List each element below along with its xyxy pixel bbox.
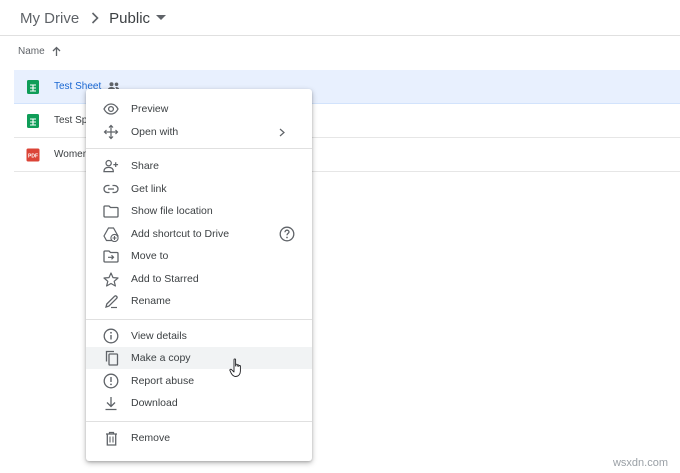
menu-item-label: Rename: [131, 295, 171, 307]
move-arrows-icon: [103, 124, 119, 140]
menu-item-make-a-copy[interactable]: Make a copy: [86, 347, 312, 369]
context-menu: Preview Open with Share Get link Show fi…: [86, 89, 312, 461]
caret-down-icon[interactable]: [156, 15, 167, 21]
menu-divider: [86, 148, 312, 149]
column-header-label: Name: [18, 46, 45, 57]
column-header-name[interactable]: Name: [18, 46, 61, 57]
menu-item-label: Show file location: [131, 205, 213, 217]
link-icon: [103, 181, 119, 197]
menu-item-view-details[interactable]: View details: [86, 325, 312, 347]
pdf-badge-text: PDF: [28, 153, 38, 159]
header-divider: [0, 35, 680, 36]
menu-item-label: Get link: [131, 183, 167, 195]
menu-item-report-abuse[interactable]: Report abuse: [86, 370, 312, 392]
breadcrumb: My Drive Public: [20, 6, 167, 30]
menu-item-rename[interactable]: Rename: [86, 290, 312, 312]
move-to-folder-icon: [103, 248, 119, 264]
chevron-right-icon: [91, 12, 99, 24]
menu-item-move-to[interactable]: Move to: [86, 245, 312, 267]
breadcrumb-public[interactable]: Public: [109, 10, 150, 27]
watermark: wsxdn.com: [612, 457, 668, 469]
menu-item-preview[interactable]: Preview: [86, 98, 312, 120]
menu-divider: [86, 319, 312, 320]
menu-item-show-file-location[interactable]: Show file location: [86, 200, 312, 222]
alert-icon: [103, 373, 119, 389]
star-icon: [103, 271, 119, 287]
menu-item-label: Share: [131, 160, 160, 172]
menu-item-label: View details: [131, 330, 187, 342]
help-icon[interactable]: [279, 226, 295, 242]
menu-item-label: Remove: [131, 432, 171, 444]
eye-icon: [103, 101, 119, 117]
breadcrumb-my-drive[interactable]: My Drive: [20, 10, 79, 27]
pencil-icon: [103, 293, 119, 309]
menu-item-add-to-starred[interactable]: Add to Starred: [86, 268, 312, 290]
google-sheets-icon: [26, 113, 40, 128]
menu-item-label: Download: [131, 397, 178, 409]
hand-cursor-icon: [229, 358, 245, 383]
google-sheets-icon: [26, 79, 40, 94]
info-icon: [103, 328, 119, 344]
menu-item-add-shortcut[interactable]: Add shortcut to Drive: [86, 223, 312, 245]
download-icon: [103, 395, 119, 411]
menu-item-get-link[interactable]: Get link: [86, 178, 312, 200]
menu-item-open-with[interactable]: Open with: [86, 121, 312, 143]
file-name: Women: [54, 149, 89, 160]
menu-item-label: Make a copy: [131, 352, 191, 364]
add-shortcut-icon: [103, 226, 119, 242]
menu-item-label: Add to Starred: [131, 273, 199, 285]
menu-divider: [86, 421, 312, 422]
menu-item-label: Report abuse: [131, 375, 195, 387]
menu-item-label: Add shortcut to Drive: [131, 228, 230, 240]
menu-item-download[interactable]: Download: [86, 392, 312, 414]
sort-arrow-up-icon[interactable]: [52, 46, 61, 57]
file-name: Test Sp: [54, 115, 88, 126]
copy-icon: [103, 350, 119, 366]
menu-item-share[interactable]: Share: [86, 155, 312, 177]
menu-item-remove[interactable]: Remove: [86, 427, 312, 449]
menu-item-label: Open with: [131, 126, 179, 138]
pdf-icon: PDF: [26, 148, 40, 162]
folder-icon: [103, 203, 119, 219]
trash-icon: [103, 430, 119, 446]
menu-item-label: Move to: [131, 250, 169, 262]
chevron-right-icon: [279, 128, 285, 137]
person-add-icon: [103, 158, 119, 174]
menu-item-label: Preview: [131, 103, 169, 115]
